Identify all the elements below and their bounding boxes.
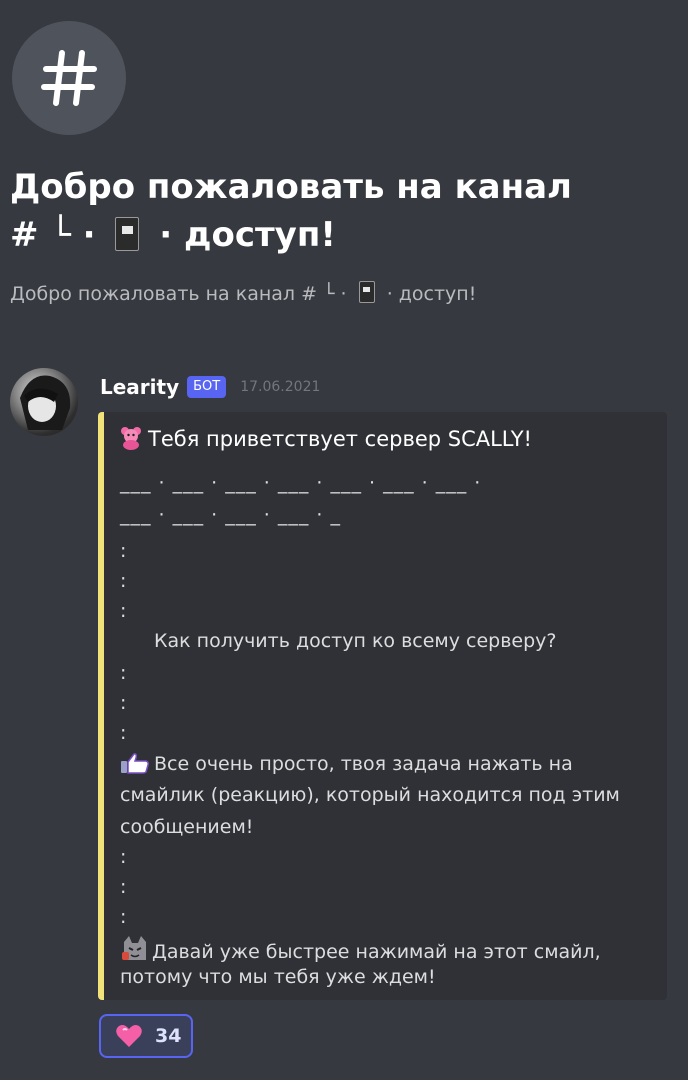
embed-spacer-dot: :	[120, 876, 127, 898]
embed-spacer-dot: :	[120, 692, 127, 714]
hashtag-icon	[41, 50, 97, 106]
user-avatar[interactable]	[10, 368, 78, 436]
cat-icon	[122, 936, 146, 960]
welcome-subtitle: Добро пожаловать на канал # └ · · доступ…	[10, 276, 680, 312]
notebook-icon	[358, 281, 375, 303]
embed-spacer-dot: :	[120, 600, 127, 622]
avatar-image	[20, 375, 71, 430]
pink-bear-icon	[121, 427, 141, 450]
notebook-icon	[115, 217, 140, 251]
embed-step-line2: смайлик (реакцию), который находится под…	[120, 784, 620, 806]
message-header: Learity БОТ 17.06.2021	[100, 372, 320, 402]
welcome-title: Добро пожаловать на канал # └ · · доступ…	[10, 163, 670, 259]
embed-final-line2: потому что мы тебя уже ждем!	[120, 966, 436, 988]
embed-spacer-dot: :	[120, 722, 127, 744]
embed-spacer-dot: :	[120, 906, 127, 928]
embed-final-line1: Давай уже быстрее нажимай на этот смайл,	[152, 941, 601, 963]
welcome-title-channel-suffix: · доступ!	[159, 215, 336, 255]
embed-step-line1: Все очень просто, твоя задача нажать на	[154, 753, 573, 775]
welcome-title-line1: Добро пожаловать на канал	[10, 167, 572, 207]
embed-step-line3: сообщением!	[120, 816, 254, 838]
reaction-count: 34	[155, 1025, 182, 1047]
bot-badge: БОТ	[187, 376, 227, 398]
message-embed: Тебя приветствует сервер SCALLY! ___ · _…	[98, 412, 667, 1000]
embed-spacer-dot: :	[120, 846, 127, 868]
embed-title-row: Тебя приветствует сервер SCALLY!	[120, 426, 532, 451]
chat-page: Добро пожаловать на канал # └ · · доступ…	[0, 0, 688, 1080]
embed-step-row: Все очень просто, твоя задача нажать на	[120, 752, 573, 775]
thumbs-up-icon	[121, 753, 149, 774]
welcome-subtitle-suffix: · доступ!	[386, 283, 477, 305]
reaction-button[interactable]: 34	[99, 1014, 193, 1058]
welcome-title-channel-prefix: # └ ·	[10, 215, 96, 255]
embed-spacer-dot: :	[120, 570, 127, 592]
embed-title: Тебя приветствует сервер SCALLY!	[148, 427, 532, 451]
embed-spacer-dot: :	[120, 540, 127, 562]
embed-question: Как получить доступ ко всему серверу?	[154, 630, 557, 652]
embed-divider-2: ___ · ___ · ___ · ___ · _	[120, 504, 341, 526]
welcome-subtitle-prefix: Добро пожаловать на канал # └ ·	[10, 283, 347, 305]
embed-divider-1: ___ · ___ · ___ · ___ · ___ · ___ · ___ …	[120, 472, 482, 494]
pink-heart-icon	[116, 1025, 142, 1047]
channel-hashtag-avatar	[12, 21, 126, 135]
username[interactable]: Learity	[100, 375, 179, 399]
message-timestamp: 17.06.2021	[240, 379, 321, 395]
embed-spacer-dot: :	[120, 662, 127, 684]
embed-final-row: Давай уже быстрее нажимай на этот смайл,	[120, 934, 601, 963]
